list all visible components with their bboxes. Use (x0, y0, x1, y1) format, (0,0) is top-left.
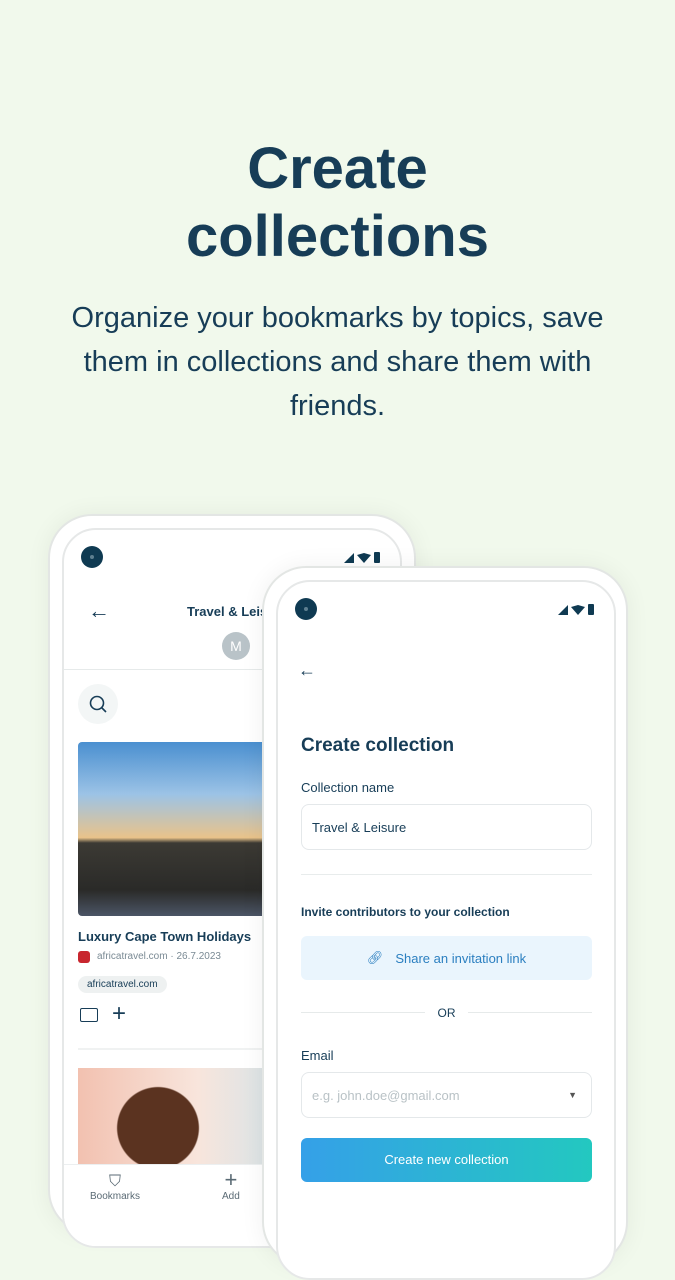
back-arrow-icon[interactable]: ← (298, 660, 316, 681)
back-arrow-icon[interactable]: ← (88, 598, 110, 624)
dropdown-caret-icon[interactable]: ▼ (568, 1090, 577, 1100)
bookmark-source: africatravel.com · 26.7.2023 (97, 951, 221, 962)
collection-name-label: Collection name (301, 780, 395, 795)
invite-label: Invite contributors to your collection (301, 905, 510, 919)
or-separator: OR (437, 1006, 456, 1020)
phone-create-collection: ← Create collection Collection name Trav… (262, 566, 628, 1280)
search-icon (89, 695, 107, 713)
hero-subtitle: Organize your bookmarks by topics, save … (71, 302, 604, 422)
camera (81, 546, 103, 568)
favicon (78, 951, 90, 963)
divider (468, 1012, 592, 1013)
collection-name-input[interactable]: Travel & Leisure (301, 804, 592, 850)
status-icons (344, 552, 380, 563)
comment-icon[interactable] (80, 1008, 98, 1022)
status-icons (558, 604, 594, 615)
tag-chip[interactable]: africatravel.com (78, 976, 167, 993)
nav-bookmarks[interactable]: ⛉ Bookmarks (90, 1173, 140, 1202)
link-icon: 🔗︎ (366, 950, 384, 965)
page-title: Create collection (301, 735, 455, 756)
bookmark-image[interactable] (78, 742, 278, 916)
camera (295, 598, 317, 620)
email-label: Email (301, 1048, 334, 1063)
add-icon[interactable]: + (112, 1000, 126, 1028)
search-button[interactable] (78, 684, 118, 724)
plus-icon: + (224, 1167, 238, 1192)
share-link-button[interactable]: 🔗︎ Share an invitation link (301, 936, 592, 980)
bookmark-image-portrait[interactable] (78, 1068, 278, 1168)
bookmark-title[interactable]: Luxury Cape Town Holidays (78, 929, 251, 944)
bookmark-icon: ⛉ (109, 1173, 122, 1190)
divider (301, 874, 592, 875)
divider (301, 1012, 425, 1013)
avatar[interactable]: M (222, 632, 250, 660)
create-collection-button[interactable]: Create new collection (301, 1138, 592, 1182)
nav-add[interactable]: + Add (222, 1167, 240, 1203)
hero-title: Create collections (186, 136, 489, 269)
email-input[interactable]: e.g. john.doe@gmail.com ▼ (301, 1072, 592, 1118)
